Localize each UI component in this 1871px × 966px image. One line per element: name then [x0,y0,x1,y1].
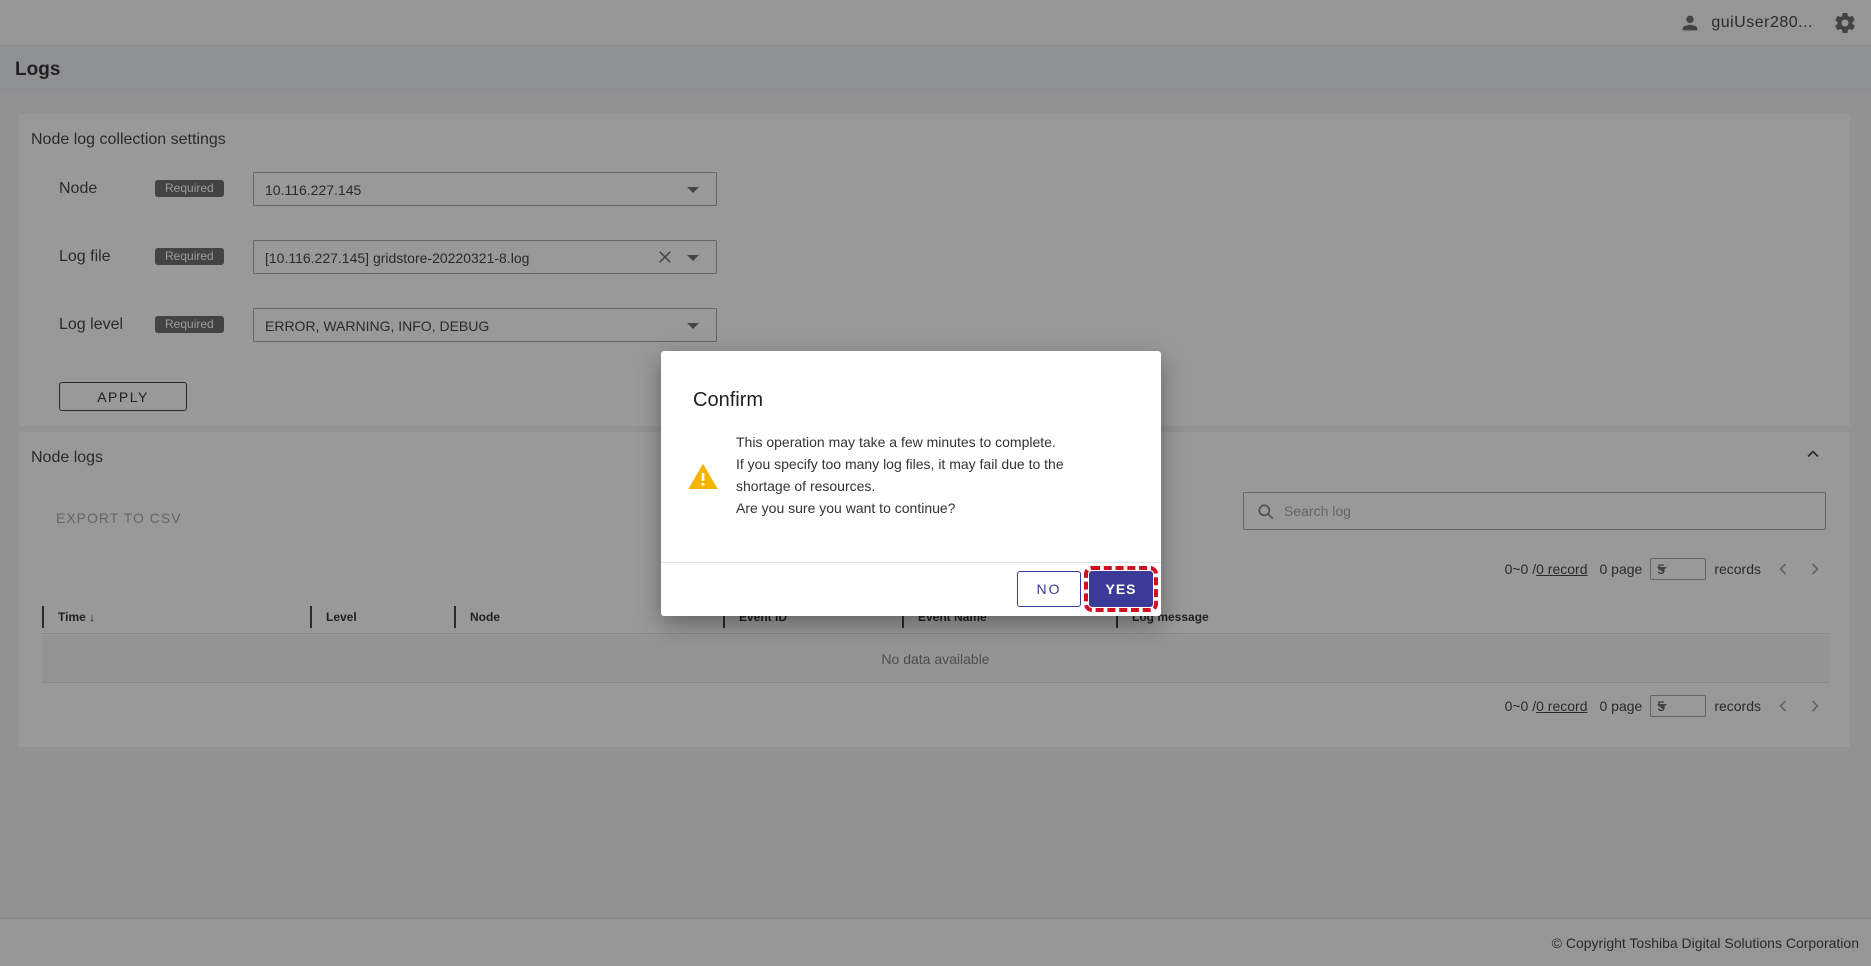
dialog-title: Confirm [693,389,764,411]
warning-icon [688,463,718,489]
dialog-message-line: This operation may take a few minutes to… [736,434,1056,450]
yes-button[interactable]: YES [1084,566,1158,612]
no-button[interactable]: NO [1017,571,1081,607]
dialog-divider [661,562,1161,563]
dialog-message: This operation may take a few minutes to… [736,431,1136,519]
dialog-message-line: Are you sure you want to continue? [736,500,956,516]
confirm-dialog: Confirm This operation may take a few mi… [661,351,1161,616]
dialog-message-line: shortage of resources. [736,478,876,494]
dialog-message-line: If you specify too many log files, it ma… [736,456,1064,472]
